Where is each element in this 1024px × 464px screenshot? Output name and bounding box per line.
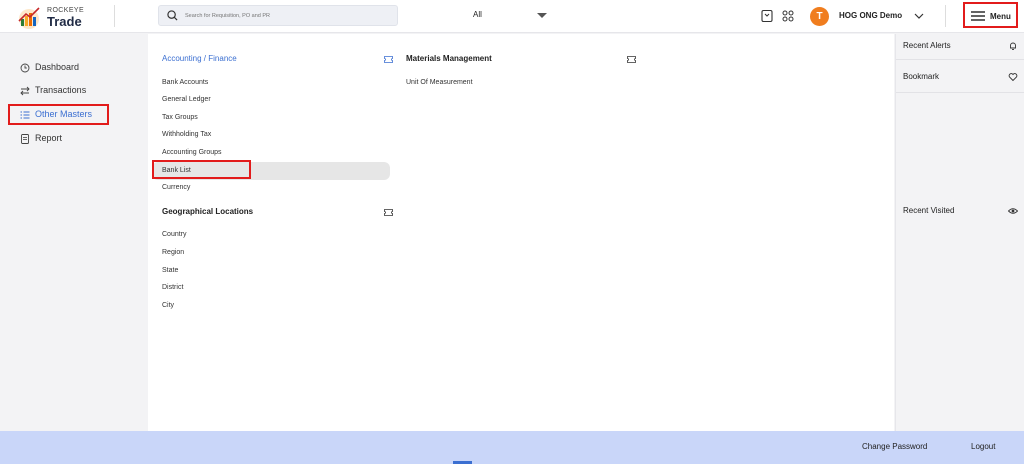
- hamburger-icon: [971, 11, 985, 21]
- heart-icon[interactable]: [1008, 72, 1018, 82]
- selection-highlight: [152, 160, 251, 179]
- search-filter-select[interactable]: All: [467, 7, 555, 24]
- search-filter-value: All: [473, 10, 482, 19]
- ticket-icon[interactable]: [627, 56, 636, 63]
- bookmark-list-icon[interactable]: [760, 9, 774, 23]
- change-password-link[interactable]: Change Password: [862, 442, 927, 451]
- menu-item-region[interactable]: Region: [162, 249, 184, 256]
- eye-icon[interactable]: [1008, 206, 1018, 216]
- right-panel: Recent Alerts Bookmark Recent Visited: [895, 34, 1024, 431]
- clock-icon: [20, 63, 30, 73]
- header-divider: [945, 5, 946, 27]
- section-title-materials[interactable]: Materials Management: [406, 54, 492, 63]
- user-avatar[interactable]: T: [810, 7, 829, 26]
- user-name[interactable]: HOG ONG Demo: [839, 11, 902, 20]
- divider: [896, 59, 1024, 60]
- caret-down-icon: [537, 13, 547, 18]
- menu-button[interactable]: Menu: [963, 2, 1018, 28]
- menu-item-withholding-tax[interactable]: Withholding Tax: [162, 131, 211, 138]
- sidebar-item-label: Report: [35, 133, 63, 143]
- menu-item-general-ledger[interactable]: General Ledger: [162, 96, 211, 103]
- sidebar-item-label: Dashboard: [35, 62, 80, 72]
- recent-visited-title: Recent Visited: [903, 206, 955, 215]
- section-title-geographical[interactable]: Geographical Locations: [162, 207, 253, 216]
- sidebar: Dashboard Transactions Other Masters Rep…: [0, 34, 148, 431]
- header-divider: [114, 5, 115, 27]
- masters-menu-panel: Accounting / Finance Bank Accounts Gener…: [148, 34, 894, 431]
- section-title-accounting[interactable]: Accounting / Finance: [162, 54, 237, 63]
- menu-item-bank-accounts[interactable]: Bank Accounts: [162, 79, 208, 86]
- menu-item-city[interactable]: City: [162, 302, 174, 309]
- global-search: All: [158, 5, 555, 26]
- menu-item-country[interactable]: Country: [162, 231, 187, 238]
- document-icon: [21, 134, 29, 144]
- menu-item-currency[interactable]: Currency: [162, 184, 190, 191]
- footer-bar: Change Password Logout: [0, 431, 1024, 464]
- recent-alerts-title: Recent Alerts: [903, 41, 951, 50]
- menu-item-unit-of-measurement[interactable]: Unit Of Measurement: [406, 79, 473, 86]
- menu-item-district[interactable]: District: [162, 284, 183, 291]
- menu-label: Menu: [990, 12, 1011, 21]
- menu-item-state[interactable]: State: [162, 267, 178, 274]
- chevron-down-icon[interactable]: [913, 10, 925, 22]
- menu-item-accounting-groups[interactable]: Accounting Groups: [162, 149, 222, 156]
- logo-mark-icon: [18, 7, 40, 29]
- ticket-icon[interactable]: [384, 56, 393, 63]
- search-icon[interactable]: [167, 10, 178, 21]
- ticket-icon[interactable]: [384, 209, 393, 216]
- divider: [896, 92, 1024, 93]
- search-input[interactable]: [185, 9, 285, 22]
- brand-top-text: ROCKEYE: [47, 7, 85, 14]
- bell-icon[interactable]: [1008, 41, 1018, 51]
- brand-logo[interactable]: ROCKEYE Trade: [16, 5, 116, 29]
- swap-icon: [20, 86, 30, 96]
- top-header: ROCKEYE Trade All T HOG ONG Demo: [0, 0, 1024, 33]
- logout-link[interactable]: Logout: [971, 442, 995, 451]
- menu-item-tax-groups[interactable]: Tax Groups: [162, 114, 198, 121]
- apps-grid-icon[interactable]: [781, 9, 795, 23]
- bookmark-title: Bookmark: [903, 72, 940, 81]
- selection-highlight: [8, 104, 109, 125]
- brand-name: Trade: [47, 14, 82, 29]
- sidebar-item-label: Transactions: [35, 85, 87, 95]
